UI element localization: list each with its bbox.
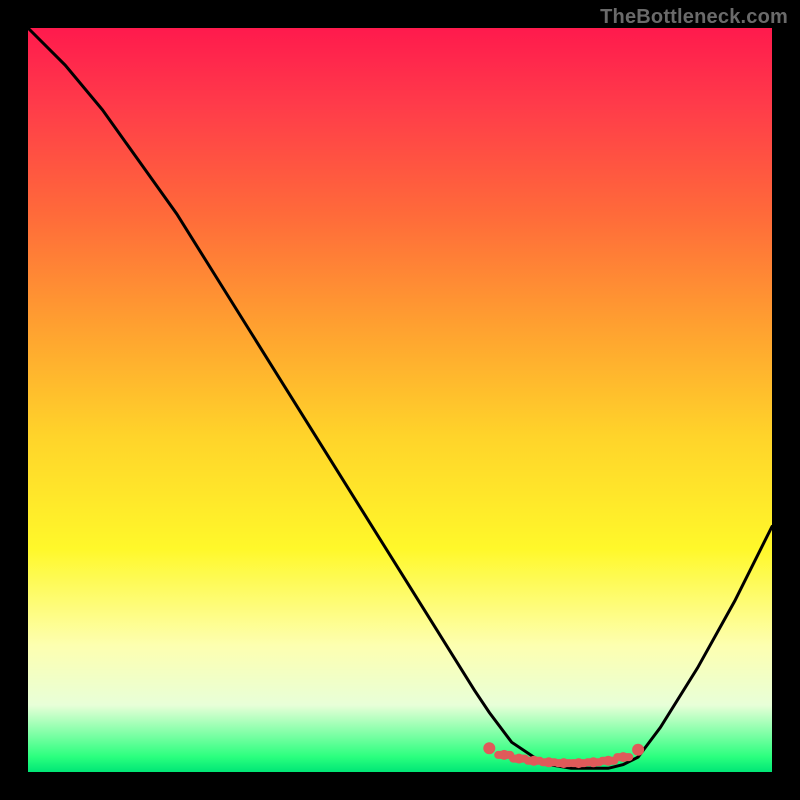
valley-dot bbox=[483, 742, 495, 754]
chart-frame: TheBottleneck.com bbox=[0, 0, 800, 800]
watermark-text: TheBottleneck.com bbox=[600, 6, 788, 29]
valley-dot bbox=[632, 744, 644, 756]
curve-layer bbox=[28, 28, 772, 772]
bottleneck-curve bbox=[28, 28, 772, 768]
plot-area bbox=[28, 28, 772, 772]
